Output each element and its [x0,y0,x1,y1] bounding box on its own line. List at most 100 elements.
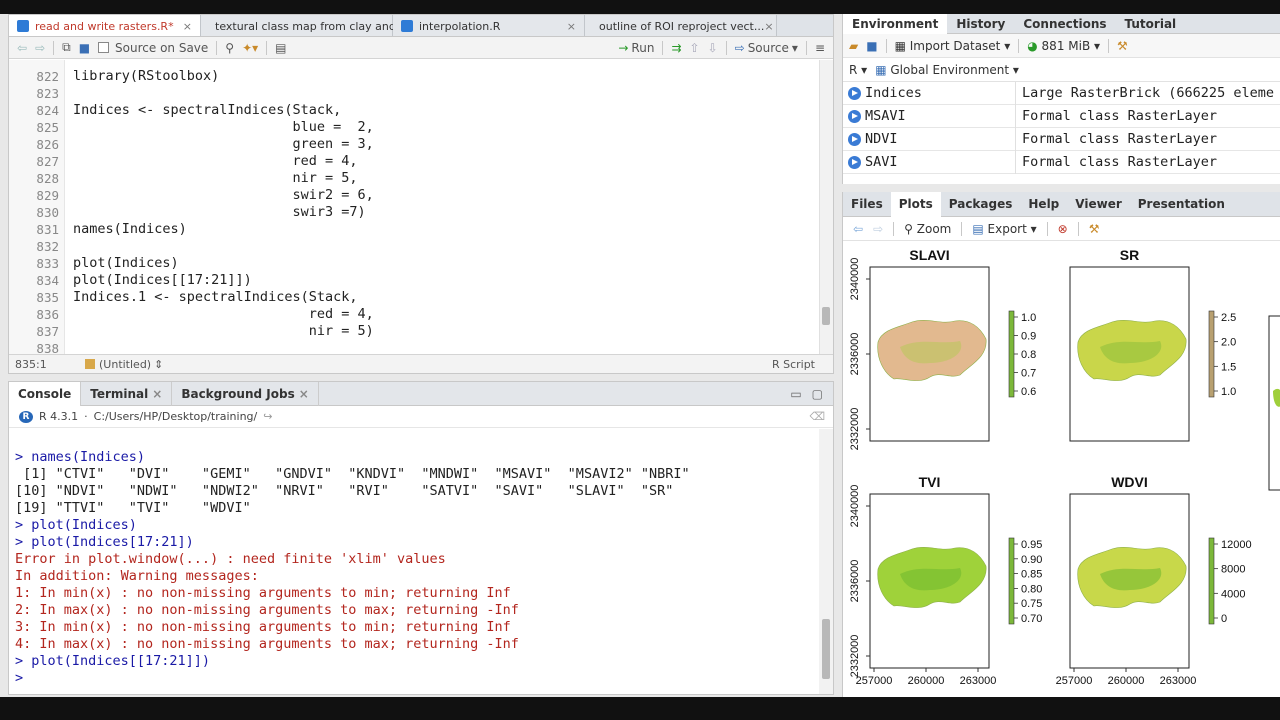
legend-label: 2.0 [1221,337,1236,349]
code-line[interactable]: library(RStoolbox) [73,68,219,85]
file-type-selector[interactable]: R Script [772,358,815,371]
scope-selector[interactable]: (Untitled) [99,358,151,371]
divider [216,40,218,55]
console-scrollbar[interactable] [819,429,833,694]
tab-background-jobs[interactable]: Background Jobs × [172,381,319,406]
broom-icon[interactable]: ⚒ [1089,222,1100,236]
legend-colorbar [1008,310,1015,398]
expand-icon[interactable] [848,132,861,146]
r-logo-icon: R [19,410,33,423]
search-icon[interactable]: ⚲ [225,41,234,55]
code-line[interactable]: swir2 = 6, [73,187,373,204]
code-line[interactable]: names(Indices) [73,221,187,238]
compile-report-icon[interactable]: ▤ [275,41,286,55]
tab-console[interactable]: Console [9,381,82,406]
tab-terminal[interactable]: Terminal × [81,381,173,406]
maximize-icon[interactable]: ▢ [812,387,823,401]
divider [53,40,55,55]
outline-menu-icon[interactable]: ≡ [815,41,825,55]
env-row[interactable]: NDVI Formal class RasterLayer [843,127,1280,151]
back-arrow-icon[interactable]: ⇦ [17,41,27,55]
save-icon[interactable]: ■ [79,41,90,55]
down-arrow-icon[interactable]: ⇩ [708,41,718,55]
broom-icon[interactable]: ⚒ [1117,39,1128,53]
zoom-button[interactable]: ⚲ Zoom [904,222,951,236]
clear-console-icon[interactable]: ⌫ [809,410,825,423]
code-line[interactable]: nir = 5) [73,323,374,340]
import-dataset-button[interactable]: ▦ Import Dataset ▾ [895,39,1011,53]
legend-label: 0.70 [1021,613,1042,625]
remove-plot-icon[interactable]: ⊗ [1058,222,1068,236]
env-object-value: Formal class RasterLayer [1015,127,1217,151]
editor-tab-interpolation[interactable]: interpolation.R × [393,15,585,36]
scroll-thumb[interactable] [822,619,830,679]
tab-history[interactable]: History [947,14,1014,34]
code-line[interactable]: blue = 2, [73,119,373,136]
editor-statusbar: 835:1 (Untitled) ⇕ R Script [9,354,833,373]
expand-icon[interactable] [848,86,861,100]
legend-colorbar [1208,537,1215,625]
tab-environment[interactable]: Environment [843,13,948,34]
code-tools-wand-icon[interactable]: ✦▾ [242,41,258,55]
scope-selector[interactable]: ▦ Global Environment ▾ [875,63,1019,77]
code-line[interactable]: Indices <- spectralIndices(Stack, [73,102,341,119]
close-icon[interactable]: × [152,387,162,401]
tab-files[interactable]: Files [843,192,891,217]
console-error-line: 4: In max(x) : no non-missing arguments … [15,636,519,652]
divider [805,40,807,55]
tab-viewer[interactable]: Viewer [1067,192,1129,217]
close-icon[interactable]: × [567,20,576,33]
legend-label: 1.5 [1221,361,1236,373]
editor-tab-textural-class[interactable]: textural class map from clay and sand r.… [201,15,453,36]
expand-icon[interactable] [848,109,861,123]
tab-connections[interactable]: Connections [1014,14,1115,34]
editor-tab-outline-roi[interactable]: outline of ROI reproject vect... × [585,15,777,36]
source-on-save-checkbox[interactable]: Source on Save [98,41,208,55]
export-button[interactable]: ▤ Export ▾ [972,222,1036,236]
code-line[interactable]: green = 3, [73,136,373,153]
editor-tab-read-write-rasters[interactable]: read and write rasters.R* × [9,15,201,36]
rerun-icon[interactable]: ⇉ [671,41,681,55]
goto-directory-icon[interactable]: ↪ [263,410,272,423]
window-bottom-strip [0,697,1280,720]
code-line[interactable]: swir3 =7) [73,204,365,221]
expand-icon[interactable] [848,155,861,169]
forward-arrow-icon[interactable]: ⇨ [873,222,883,236]
line-number: 827 [36,154,59,169]
divider [266,40,268,55]
pie-icon: ◕ [1027,38,1038,53]
editor-scrollbar[interactable] [819,60,833,355]
scroll-thumb[interactable] [822,307,830,325]
back-arrow-icon[interactable]: ⇦ [853,222,863,236]
close-icon[interactable]: × [183,20,192,33]
run-button[interactable]: → Run [618,41,654,55]
env-row[interactable]: SAVI Formal class RasterLayer [843,150,1280,174]
minimize-icon[interactable]: ▭ [790,387,801,401]
save-icon[interactable]: ■ [866,39,877,53]
open-folder-icon[interactable]: ▰ [849,39,858,53]
tab-help[interactable]: Help [1020,192,1067,217]
tab-tutorial[interactable]: Tutorial [1116,14,1186,34]
tab-packages[interactable]: Packages [941,192,1021,217]
console-error-line: Error in plot.window(...) : need finite … [15,551,446,567]
env-object-name: NDVI [865,131,898,147]
language-selector[interactable]: R ▾ [849,63,867,77]
close-icon[interactable]: × [299,387,309,401]
close-icon[interactable]: × [764,20,773,33]
up-arrow-icon[interactable]: ⇧ [690,41,700,55]
code-line[interactable]: red = 4, [73,153,357,170]
code-line[interactable]: red = 4, [73,306,374,323]
show-in-window-icon[interactable]: ⧉ [62,40,71,55]
env-row[interactable]: MSAVI Formal class RasterLayer [843,104,1280,128]
memory-usage[interactable]: ◕ 881 MiB ▾ [1027,39,1100,53]
code-line[interactable]: plot(Indices) [73,255,179,272]
source-button[interactable]: ⇨ Source ▾ [735,41,798,55]
env-row[interactable]: Indices Large RasterBrick (666225 eleme [843,81,1280,105]
code-line[interactable]: Indices.1 <- spectralIndices(Stack, [73,289,357,306]
code-area[interactable]: 822 library(RStoolbox) 823 824 Indices <- sp… [9,60,835,355]
tab-plots[interactable]: Plots [890,191,941,217]
code-line[interactable]: nir = 5, [73,170,357,187]
code-line[interactable]: plot(Indices[[17:21]]) [73,272,252,289]
forward-arrow-icon[interactable]: ⇨ [35,41,45,55]
tab-presentation[interactable]: Presentation [1130,192,1233,217]
